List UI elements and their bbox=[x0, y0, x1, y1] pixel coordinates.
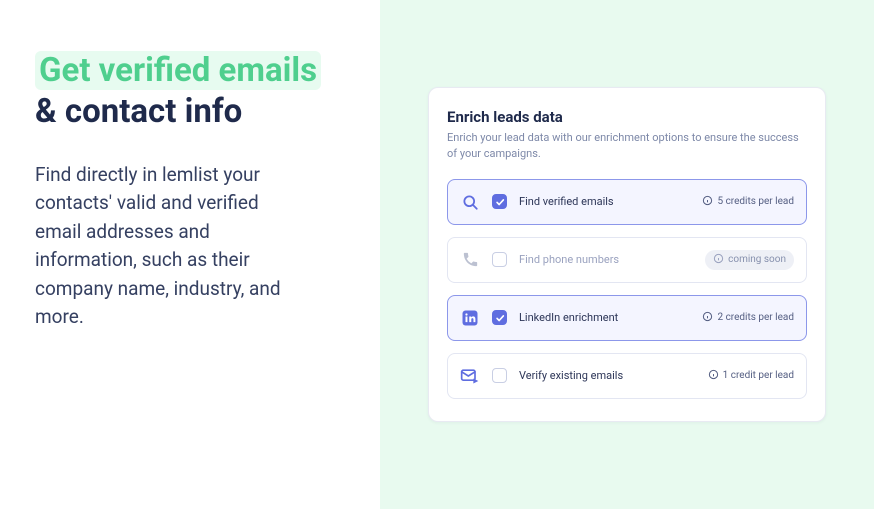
heading-highlight: Get verified emails bbox=[35, 51, 321, 90]
enrichment-option[interactable]: Find verified emails 5 credits per lead bbox=[447, 179, 807, 225]
heading-rest: & contact info bbox=[35, 92, 242, 131]
marketing-copy-panel: Get verified emails & contact info Find … bbox=[0, 0, 380, 509]
option-cost: 1 credit per lead bbox=[708, 369, 794, 383]
option-label: Verify existing emails bbox=[519, 369, 696, 382]
info-icon bbox=[708, 369, 719, 383]
option-cost: 2 credits per lead bbox=[702, 311, 794, 325]
option-checkbox[interactable] bbox=[492, 368, 507, 383]
search-icon bbox=[460, 192, 480, 212]
option-label: LinkedIn enrichment bbox=[519, 311, 690, 324]
option-cost: 5 credits per lead bbox=[702, 195, 794, 209]
enrichment-options-list: Find verified emails5 credits per leadFi… bbox=[447, 179, 807, 399]
enrichment-option[interactable]: LinkedIn enrichment 2 credits per lead bbox=[447, 295, 807, 341]
option-checkbox[interactable] bbox=[492, 310, 507, 325]
mail-icon bbox=[460, 366, 480, 386]
enrichment-option[interactable]: Verify existing emails 1 credit per lead bbox=[447, 353, 807, 399]
phone-icon bbox=[460, 250, 480, 270]
info-icon bbox=[702, 195, 713, 209]
info-icon bbox=[702, 311, 713, 325]
card-subtitle: Enrich your lead data with our enrichmen… bbox=[447, 130, 807, 161]
page-heading: Get verified emails & contact info bbox=[35, 50, 360, 133]
enrich-card: Enrich leads data Enrich your lead data … bbox=[428, 87, 826, 422]
enrichment-option[interactable]: Find phone numbers coming soon bbox=[447, 237, 807, 283]
illustration-panel: Enrich leads data Enrich your lead data … bbox=[380, 0, 874, 509]
option-checkbox[interactable] bbox=[492, 252, 507, 267]
coming-soon-badge: coming soon bbox=[705, 250, 794, 270]
option-checkbox[interactable] bbox=[492, 194, 507, 209]
info-icon bbox=[713, 253, 724, 267]
card-title: Enrich leads data bbox=[447, 108, 807, 126]
linkedin-icon bbox=[460, 308, 480, 328]
option-label: Find verified emails bbox=[519, 195, 690, 208]
page-description: Find directly in lemlist your contacts' … bbox=[35, 161, 305, 332]
option-label: Find phone numbers bbox=[519, 253, 693, 266]
